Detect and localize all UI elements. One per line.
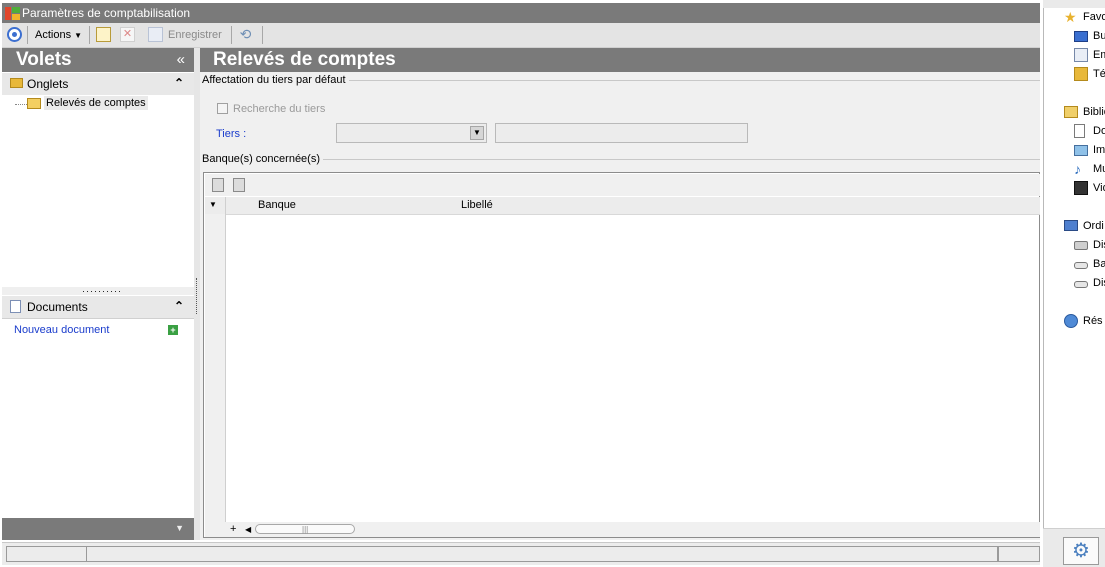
group-tiers-title: Affectation du tiers par défaut <box>202 74 349 86</box>
tiers-name-field[interactable] <box>495 123 748 143</box>
toolbar-separator <box>89 26 90 44</box>
status-cell <box>86 546 998 562</box>
nav-item-drive-3[interactable]: Dis <box>1043 274 1105 292</box>
nav-pane-footer: ⚙ <box>1043 528 1105 567</box>
library-icon <box>1064 106 1078 118</box>
open-folder-icon <box>27 98 41 109</box>
nav-items: ★ Favo Bu Em Té Biblio Do Im ♪ Mu Vid Or… <box>1043 0 1105 340</box>
drive-icon <box>1074 281 1088 288</box>
music-icon: ♪ <box>1074 161 1081 177</box>
actions-menu-label: Actions <box>35 29 72 41</box>
window-title: Paramètres de comptabilisation <box>22 6 191 20</box>
chevron-down-icon: ▼ <box>74 31 83 40</box>
desktop-icon <box>1074 31 1088 42</box>
tiers-select[interactable]: ▼ <box>336 123 487 143</box>
resize-grip[interactable]: ·········· <box>2 287 194 296</box>
nav-item-libraries[interactable]: Biblio <box>1043 103 1105 121</box>
status-cell <box>6 546 87 562</box>
panel-header: Volets « <box>2 48 194 72</box>
banks-grid[interactable] <box>203 172 1040 538</box>
navigation-circle-icon[interactable] <box>7 27 22 42</box>
panel-footer: ▼ <box>2 518 194 540</box>
settings-gear-icon[interactable]: ⚙ <box>1063 537 1099 565</box>
horizontal-scrollbar[interactable]: ||| <box>255 524 355 534</box>
nav-item-music[interactable]: ♪ Mu <box>1043 160 1105 178</box>
tree-connector <box>15 104 27 105</box>
star-icon: ★ <box>1064 9 1077 25</box>
tabs-tree: Relevés de comptes <box>2 95 194 287</box>
places-icon <box>1074 48 1088 62</box>
grid-toolbar <box>205 174 1040 196</box>
toolbar-separator <box>27 26 28 44</box>
actions-menu[interactable]: Actions ▼ <box>35 29 82 41</box>
nav-item-desktop[interactable]: Bu <box>1043 27 1105 45</box>
scroll-left-icon[interactable]: ◀ <box>245 525 251 534</box>
delete-row-icon[interactable] <box>233 178 245 192</box>
nav-item-images[interactable]: Im <box>1043 141 1105 159</box>
refresh-icon[interactable]: ⟲ <box>238 27 253 42</box>
status-cell <box>998 546 1040 562</box>
row-menu-icon[interactable]: ▼ <box>209 200 217 209</box>
documents-section-header[interactable]: Documents ⌃ <box>2 296 194 319</box>
status-bar <box>2 542 1040 565</box>
chevron-down-icon[interactable]: ▼ <box>175 523 184 533</box>
collapse-section-icon[interactable]: ⌃ <box>174 299 184 313</box>
drive-icon <box>1074 241 1088 250</box>
add-row-icon[interactable] <box>212 178 224 192</box>
toolbar: Actions ▼ ✕ Enregistrer ⟲ <box>2 23 1040 48</box>
grid-footer: + ◀ ||| <box>205 522 1040 537</box>
computer-icon <box>1064 220 1078 231</box>
folder-icon <box>10 78 23 88</box>
network-icon <box>1064 314 1078 328</box>
nav-item-downloads[interactable]: Té <box>1043 65 1105 83</box>
nav-item-documents[interactable]: Do <box>1043 122 1105 140</box>
group-banks-title: Banque(s) concernée(s) <box>202 153 324 165</box>
panel-title: Volets <box>16 49 72 70</box>
nav-item-places[interactable]: Em <box>1043 46 1105 64</box>
nav-item-favorites[interactable]: ★ Favo <box>1043 8 1105 26</box>
page-title: Relevés de comptes <box>213 49 396 70</box>
tiers-label: Tiers : <box>216 128 247 140</box>
grid-header: ▼ Banque Libellé <box>205 197 1040 215</box>
nav-item-network[interactable]: Rés <box>1043 312 1105 330</box>
document-icon <box>1074 124 1085 138</box>
new-record-icon[interactable] <box>96 27 111 42</box>
nav-item-computer[interactable]: Ordi <box>1043 217 1105 235</box>
document-icon <box>10 300 21 313</box>
toolbar-separator <box>262 26 263 44</box>
main-header: Relevés de comptes <box>200 48 1040 72</box>
video-icon <box>1074 181 1088 195</box>
add-icon[interactable]: + <box>168 325 178 335</box>
nav-item-videos[interactable]: Vid <box>1043 179 1105 197</box>
expand-icon[interactable]: + <box>230 523 236 535</box>
tabs-section-header[interactable]: Onglets ⌃ <box>2 73 194 96</box>
app-logo-icon <box>5 7 20 20</box>
downloads-icon <box>1074 67 1088 81</box>
grid-row-headers <box>205 214 226 522</box>
new-document-link[interactable]: Nouveau document <box>14 324 109 336</box>
column-header-banque[interactable]: Banque <box>258 199 296 211</box>
column-header-libelle[interactable]: Libellé <box>461 199 493 211</box>
drive-icon <box>1074 262 1088 269</box>
search-tiers-checkbox[interactable] <box>217 103 228 114</box>
documents-area: Nouveau document + <box>2 320 194 518</box>
collapse-panel-button[interactable]: « <box>177 51 185 68</box>
nav-item-drive-2[interactable]: Ba <box>1043 255 1105 273</box>
toolbar-separator <box>231 26 232 44</box>
delete-icon[interactable]: ✕ <box>120 27 135 42</box>
nav-item-drive-1[interactable]: Dis <box>1043 236 1105 254</box>
tabs-section-label: Onglets <box>27 77 69 91</box>
save-icon[interactable] <box>148 27 163 42</box>
window-title-bar: Paramètres de comptabilisation <box>2 3 1040 23</box>
tree-item-releves-de-comptes[interactable]: Relevés de comptes <box>44 96 148 110</box>
collapse-section-icon[interactable]: ⌃ <box>174 76 184 90</box>
search-tiers-label: Recherche du tiers <box>233 103 326 115</box>
double-chevron-down-icon[interactable]: ▼ <box>470 126 484 140</box>
save-button[interactable]: Enregistrer <box>168 29 222 41</box>
image-icon <box>1074 145 1088 156</box>
documents-section-label: Documents <box>27 300 88 314</box>
